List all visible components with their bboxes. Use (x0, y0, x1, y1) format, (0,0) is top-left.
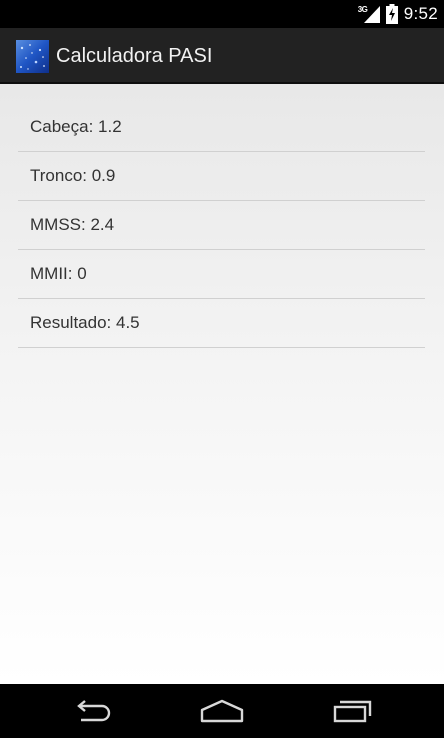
app-screen: 3G 9:52 Calculadora PASI Cabeça: 1.2 Tro… (0, 0, 444, 738)
home-button[interactable] (182, 684, 262, 738)
results-list: Cabeça: 1.2 Tronco: 0.9 MMSS: 2.4 MMII: … (18, 103, 425, 348)
back-button[interactable] (52, 684, 132, 738)
result-item-tronco[interactable]: Tronco: 0.9 (18, 152, 425, 201)
result-item-cabeca[interactable]: Cabeça: 1.2 (18, 103, 425, 152)
status-clock: 9:52 (403, 4, 438, 23)
app-title: Calculadora PASI (56, 45, 213, 67)
result-text: Tronco: 0.9 (30, 166, 116, 185)
result-text: Cabeça: 1.2 (30, 117, 122, 136)
result-text: MMSS: 2.4 (30, 215, 115, 234)
back-icon (77, 700, 111, 722)
network-indicator: 3G (358, 4, 380, 24)
result-item-resultado[interactable]: Resultado: 4.5 (18, 299, 425, 348)
recents-button[interactable] (313, 684, 393, 738)
signal-icon (363, 6, 380, 23)
results-content: Cabeça: 1.2 Tronco: 0.9 MMSS: 2.4 MMII: … (0, 84, 444, 684)
recents-icon (333, 700, 372, 723)
home-icon (200, 699, 244, 723)
navigation-bar (0, 684, 444, 738)
result-text: MMII: 0 (30, 264, 87, 283)
result-item-mmii[interactable]: MMII: 0 (18, 250, 425, 299)
app-launcher-icon[interactable] (16, 40, 49, 73)
battery-charging-icon (385, 4, 398, 24)
status-icons: 3G 9:52 (358, 0, 438, 28)
status-bar: 3G 9:52 (0, 0, 444, 28)
action-bar: Calculadora PASI (0, 28, 444, 84)
result-text: Resultado: 4.5 (30, 313, 140, 332)
result-item-mmss[interactable]: MMSS: 2.4 (18, 201, 425, 250)
